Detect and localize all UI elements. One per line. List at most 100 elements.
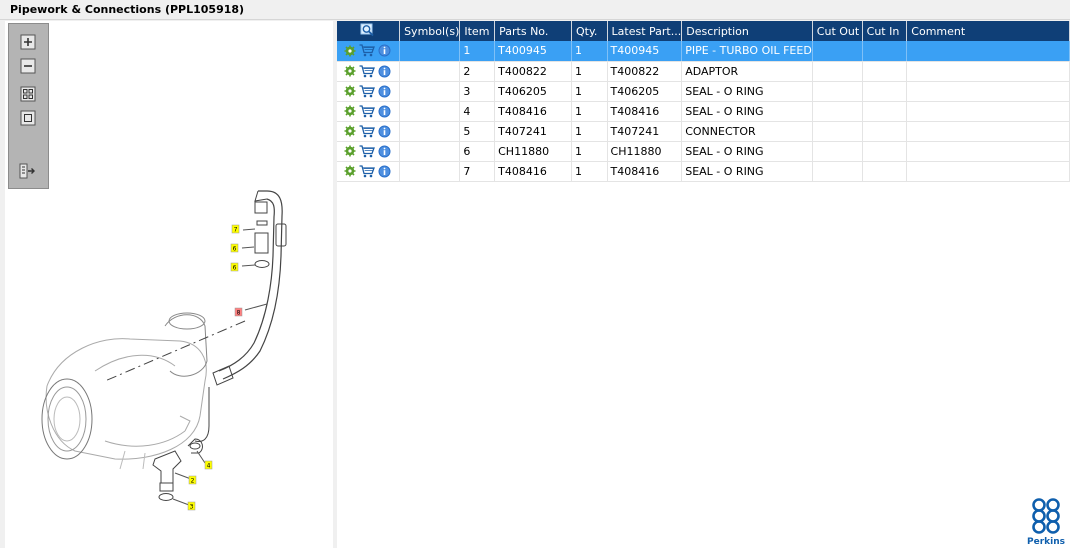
callout-4: 4 [207, 463, 211, 470]
table-row[interactable]: 6 CH11880 1 CH11880 SEAL - O RING [337, 141, 1070, 162]
part-info-button[interactable] [378, 165, 391, 178]
cell-parts-no: T407241 [494, 121, 572, 142]
cell-latest-part: T407241 [607, 121, 683, 142]
row-actions [337, 41, 401, 62]
gear-icon [344, 45, 356, 57]
table-row[interactable]: 2 T400822 1 T400822 ADAPTOR [337, 61, 1070, 82]
connector-drawing [254, 201, 268, 214]
row-actions [337, 141, 401, 162]
column-header-icons[interactable] [337, 21, 401, 41]
find-part-icon[interactable] [360, 23, 376, 37]
add-to-cart-button[interactable] [359, 44, 375, 57]
cell-symbols [399, 161, 461, 182]
cell-qty: 1 [571, 41, 608, 62]
settings-button[interactable] [344, 145, 356, 157]
cell-cut-out [812, 121, 863, 142]
part-info-button[interactable] [378, 65, 391, 78]
info-icon [378, 85, 391, 97]
cell-description: PIPE - TURBO OIL FEED [681, 41, 813, 62]
column-header-qty[interactable]: Qty. [571, 21, 608, 41]
settings-button[interactable] [344, 125, 356, 137]
cell-comment [906, 41, 1070, 62]
cell-qty: 1 [571, 141, 608, 162]
perkins-logo: Perkins [1026, 498, 1066, 547]
column-header-parts-no[interactable]: Parts No. [494, 21, 572, 41]
column-header-latest-part[interactable]: Latest Part... [607, 21, 683, 41]
column-header-cut-in[interactable]: Cut In [862, 21, 908, 41]
add-to-cart-button[interactable] [359, 124, 375, 138]
cart-icon [359, 104, 375, 117]
cell-comment [906, 121, 1070, 142]
settings-button[interactable] [344, 105, 356, 117]
gear-icon [344, 145, 356, 157]
callout-7: 7 [234, 227, 238, 234]
settings-button[interactable] [344, 45, 356, 57]
gear-icon [344, 65, 356, 77]
cell-cut-in [862, 81, 908, 102]
cell-cut-out [812, 101, 863, 122]
cart-icon [359, 64, 375, 77]
cell-symbols [399, 141, 461, 162]
part-info-button[interactable] [378, 44, 391, 57]
column-header-cut-out[interactable]: Cut Out [812, 21, 863, 41]
column-header-description[interactable]: Description [681, 21, 813, 41]
info-icon [378, 44, 391, 57]
cell-cut-in [862, 141, 908, 162]
add-to-cart-button[interactable] [359, 104, 375, 118]
table-row[interactable]: 3 T406205 1 T406205 SEAL - O RING [337, 81, 1070, 102]
table-row[interactable]: 4 T408416 1 T408416 SEAL - O RING [337, 101, 1070, 122]
part-info-button[interactable] [378, 105, 391, 118]
seal-ring-mid-drawing [189, 442, 201, 450]
cart-icon [359, 144, 375, 157]
gear-icon [344, 85, 356, 97]
part-info-button[interactable] [378, 145, 391, 158]
cell-cut-in [862, 61, 908, 82]
column-header-comment[interactable]: Comment [906, 21, 1070, 41]
cart-icon [359, 44, 375, 57]
cell-parts-no: CH11880 [494, 141, 572, 162]
info-icon [378, 65, 391, 77]
callout-6b: 6 [233, 265, 237, 272]
table-row[interactable]: 5 T407241 1 T407241 CONNECTOR [337, 121, 1070, 142]
cell-item: 3 [459, 81, 496, 102]
table-row[interactable]: 1 T400945 1 T400945 PIPE - TURBO OIL FEED [337, 41, 1070, 62]
cell-cut-in [862, 41, 908, 62]
callout-2: 2 [191, 478, 195, 485]
perkins-logo-text: Perkins [1027, 537, 1065, 547]
cell-qty: 1 [571, 61, 608, 82]
cell-cut-out [812, 81, 863, 102]
cell-comment [906, 101, 1070, 122]
add-to-cart-button[interactable] [359, 144, 375, 158]
cell-cut-out [812, 141, 863, 162]
cell-cut-out [812, 41, 863, 62]
callout-3: 3 [190, 504, 194, 511]
settings-button[interactable] [344, 165, 356, 177]
cell-comment [906, 141, 1070, 162]
cell-item: 6 [459, 141, 496, 162]
add-to-cart-button[interactable] [359, 164, 375, 178]
column-header-symbols[interactable]: Symbol(s) [399, 21, 461, 41]
settings-button[interactable] [344, 65, 356, 77]
cell-cut-in [862, 121, 908, 142]
row-actions [337, 161, 401, 182]
perkins-logo-mark [1032, 498, 1060, 534]
add-to-cart-button[interactable] [359, 64, 375, 78]
column-header-item[interactable]: Item [459, 21, 496, 41]
table-row[interactable]: 7 T408416 1 T408416 SEAL - O RING [337, 161, 1070, 182]
cell-qty: 1 [571, 121, 608, 142]
gear-icon [344, 105, 356, 117]
add-to-cart-button[interactable] [359, 84, 375, 98]
window-title: Pipework & Connections (PPL105918) [10, 3, 245, 16]
cell-qty: 1 [571, 81, 608, 102]
cell-latest-part: T408416 [607, 161, 683, 182]
cell-item: 4 [459, 101, 496, 122]
settings-button[interactable] [344, 85, 356, 97]
elbow-adaptor-drawing [152, 450, 182, 484]
part-info-button[interactable] [378, 85, 391, 98]
cell-cut-in [862, 161, 908, 182]
cell-parts-no: T400945 [494, 41, 572, 62]
cart-icon [359, 164, 375, 177]
row-actions [337, 81, 401, 102]
cell-latest-part: CH11880 [607, 141, 683, 162]
part-info-button[interactable] [378, 125, 391, 138]
